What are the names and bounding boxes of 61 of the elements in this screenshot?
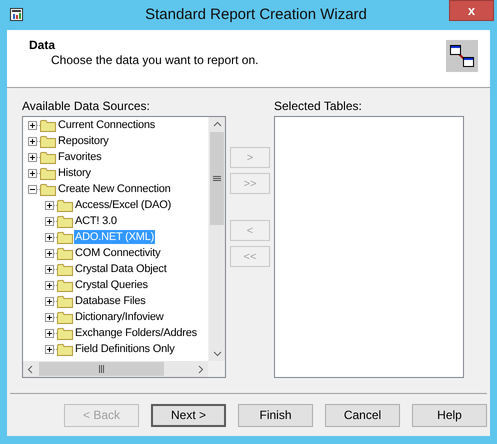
- folder-icon: [57, 294, 73, 308]
- expand-icon[interactable]: [45, 216, 54, 226]
- expand-icon[interactable]: [28, 168, 37, 178]
- selected-tables-label: Selected Tables:: [274, 98, 363, 114]
- wizard-button[interactable]: Cancel: [325, 404, 400, 426]
- expand-icon[interactable]: [45, 248, 54, 258]
- app-icon: [10, 8, 23, 20]
- folder-icon: [40, 118, 56, 132]
- folder-icon: [57, 262, 73, 276]
- tree-item[interactable]: Field Definitions Only: [74, 342, 176, 356]
- tree-item[interactable]: Database Files: [74, 294, 147, 308]
- tree-item[interactable]: Access/Excel (DAO): [74, 198, 172, 212]
- tree-item[interactable]: COM Connectivity: [74, 246, 162, 260]
- folder-icon: [57, 342, 73, 356]
- tree-item[interactable]: Crystal Data Object: [74, 262, 168, 276]
- expand-icon[interactable]: [45, 312, 54, 322]
- tree-item[interactable]: Exchange Folders/Addres: [74, 326, 198, 340]
- folder-icon: [57, 326, 73, 340]
- window-title: Standard Report Creation Wizard: [144, 6, 368, 22]
- expand-icon[interactable]: [45, 264, 54, 274]
- scrollbar-corner: [208, 361, 225, 377]
- folder-icon: [40, 150, 56, 164]
- tree-item[interactable]: Crystal Queries: [74, 278, 149, 292]
- close-button[interactable]: x: [449, 0, 494, 21]
- expand-icon[interactable]: [28, 136, 37, 146]
- expand-icon[interactable]: [45, 280, 54, 290]
- available-label: Available Data Sources:: [22, 98, 151, 114]
- wizard-button[interactable]: Help: [412, 404, 487, 426]
- tree-item[interactable]: Create New Connection: [57, 182, 172, 196]
- folder-icon: [57, 310, 73, 324]
- expand-icon[interactable]: [45, 328, 54, 338]
- tree-item[interactable]: Dictionary/Infoview: [74, 310, 165, 324]
- tree-item[interactable]: Current Connections: [57, 118, 156, 132]
- expand-icon[interactable]: [28, 152, 37, 162]
- tree-item[interactable]: ACT! 3.0: [74, 214, 118, 228]
- expand-icon[interactable]: [45, 296, 54, 306]
- folder-icon: [57, 246, 73, 260]
- expand-icon[interactable]: [45, 344, 54, 354]
- folder-icon: [57, 198, 73, 212]
- page-title: Data: [29, 37, 56, 53]
- tree-item[interactable]: Favorites: [57, 150, 102, 164]
- folder-icon: [40, 182, 56, 196]
- grip-icon: [98, 365, 104, 373]
- horizontal-scrollbar[interactable]: [23, 361, 225, 377]
- expand-icon[interactable]: [45, 200, 54, 210]
- folder-icon: [57, 230, 73, 244]
- folder-icon: [40, 166, 56, 180]
- tree-item[interactable]: Repository: [57, 134, 110, 148]
- expand-icon[interactable]: [45, 232, 54, 242]
- expand-icon[interactable]: [28, 120, 37, 130]
- wizard-button[interactable]: Next >: [151, 404, 226, 426]
- page-subtitle: Choose the data you want to report on.: [50, 53, 260, 67]
- vertical-scrollbar[interactable]: [208, 117, 225, 361]
- collapse-icon[interactable]: [28, 184, 37, 194]
- folder-icon: [57, 214, 73, 228]
- grip-icon: [213, 176, 221, 182]
- wizard-button[interactable]: Finish: [238, 404, 313, 426]
- folder-icon: [57, 278, 73, 292]
- tree-item[interactable]: History: [57, 166, 92, 180]
- linked-tables-icon: [446, 40, 478, 72]
- folder-icon: [40, 134, 56, 148]
